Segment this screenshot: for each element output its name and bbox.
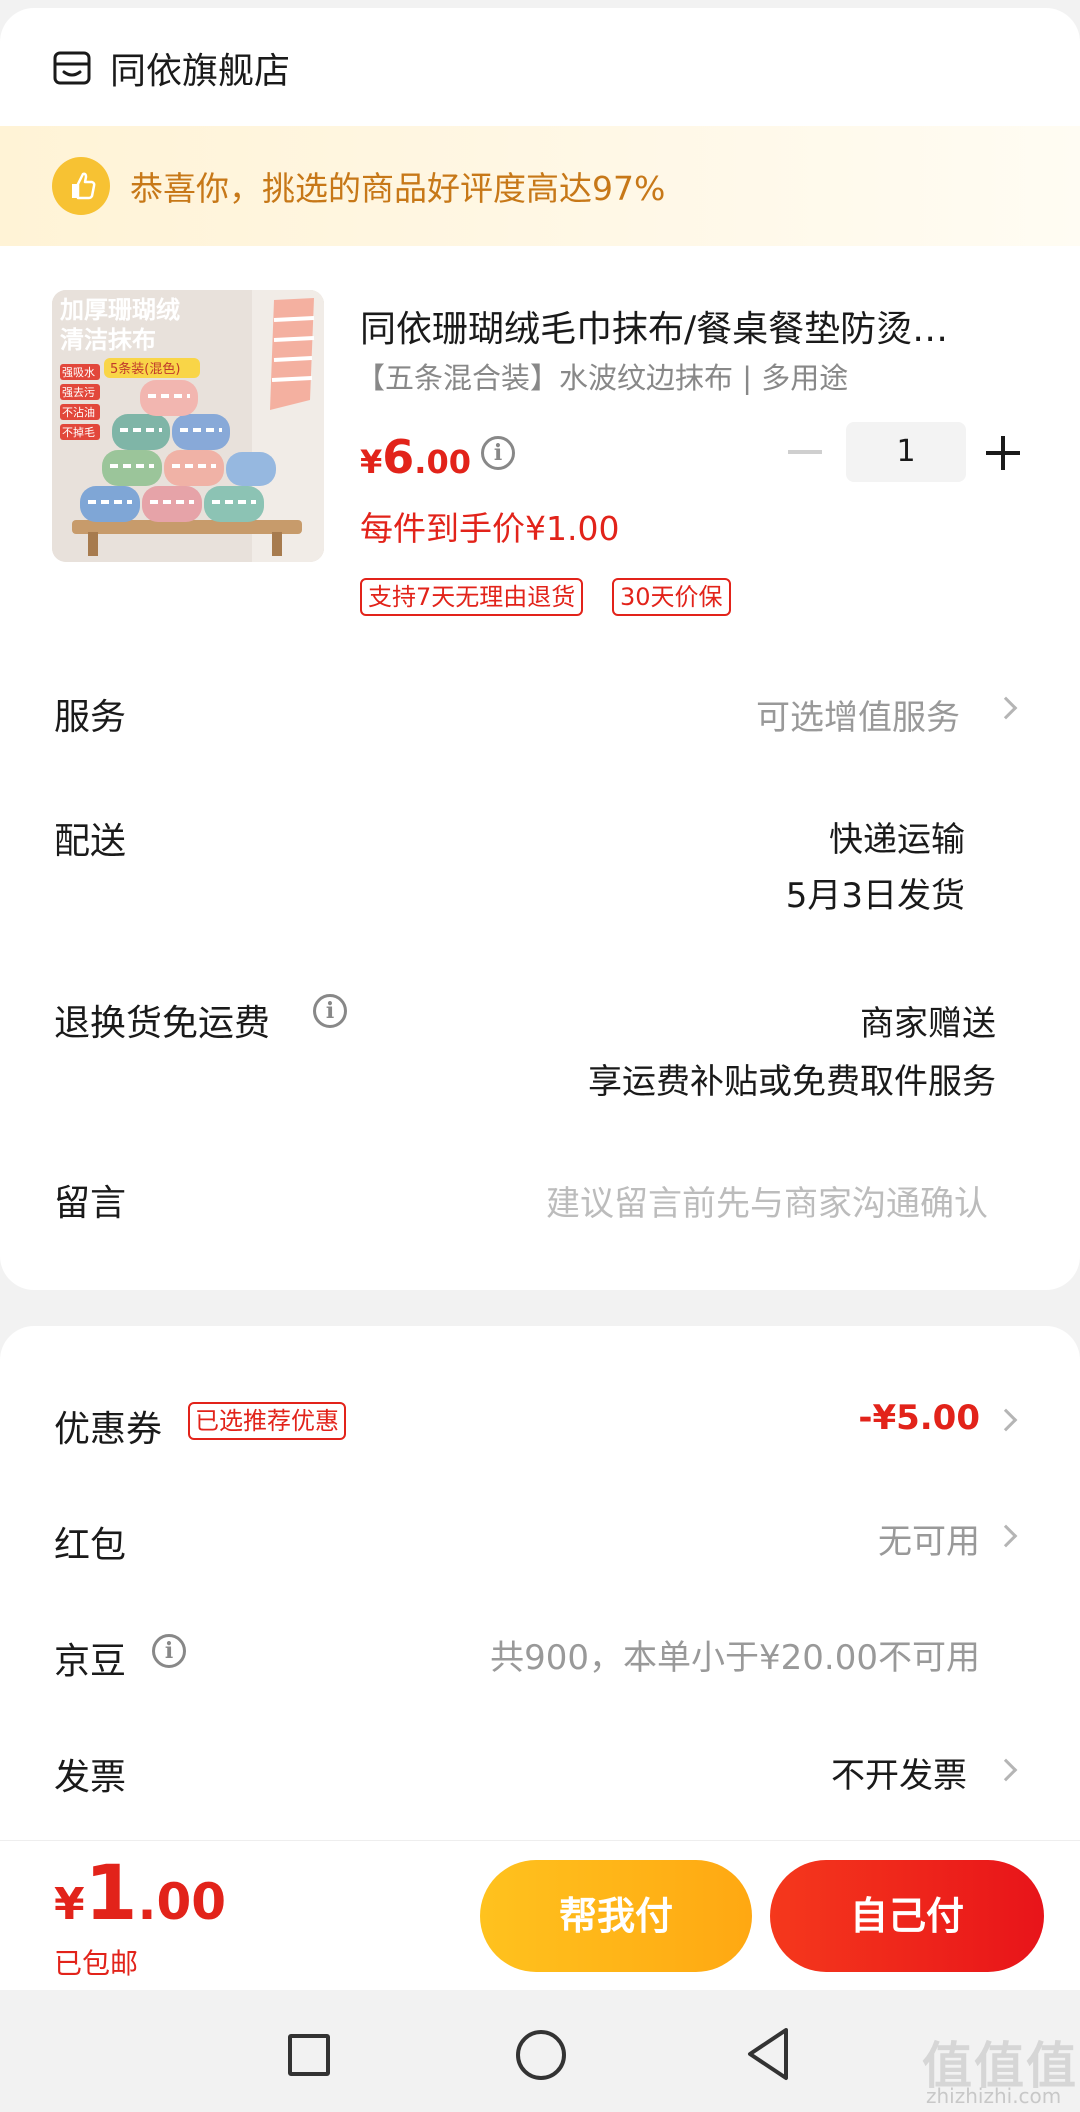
product-price: ¥6.00 <box>360 430 471 484</box>
product-image-feature: 不沾油 <box>62 405 95 419</box>
delivery-method[interactable]: 快递运输 <box>829 812 965 861</box>
back-icon[interactable] <box>744 2026 794 2082</box>
redpacket-label: 红包 <box>54 1525 127 1566</box>
watermark-subtext: zhizhizhi.com <box>926 2084 1062 2108</box>
product-spec[interactable]: 【五条混合装】水波纹边抹布 | 多用途 <box>356 355 848 397</box>
jingdou-info-icon[interactable]: i <box>152 1634 186 1668</box>
returns-info-icon[interactable]: i <box>313 994 347 1028</box>
home-icon[interactable] <box>516 2030 566 2080</box>
product-image-feature: 强去污 <box>62 386 95 399</box>
product-image[interactable]: 加厚珊瑚绒 清洁抹布 5条装(混色) 强吸水 强去污 不沾油 不掉毛 <box>52 290 324 562</box>
delivery-date[interactable]: 5月3日发货 <box>786 868 965 917</box>
store-icon <box>53 51 91 85</box>
price-integer: 6 <box>382 430 415 484</box>
service-label: 服务 <box>54 697 127 738</box>
price-decimal: .00 <box>414 443 471 481</box>
product-image-feature: 强吸水 <box>62 366 95 379</box>
total-integer: 1 <box>84 1848 138 1937</box>
rating-banner: 恭喜你，挑选的商品好评度高达97% <box>0 126 1080 246</box>
recent-apps-icon[interactable] <box>288 2034 330 2076</box>
message-input[interactable]: 建议留言前先与商家沟通确认 <box>546 1176 988 1225</box>
self-pay-button[interactable]: 自己付 <box>770 1860 1044 1972</box>
total-decimal: .00 <box>137 1873 227 1931</box>
quantity-decrease-button[interactable] <box>788 450 822 454</box>
product-image-text: 清洁抹布 <box>60 326 156 354</box>
quantity-increase-button[interactable] <box>986 436 1020 470</box>
shipping-status: 已包邮 <box>54 1947 139 1980</box>
quantity-input[interactable]: 1 <box>846 422 966 482</box>
coupon-value[interactable]: -¥5.00 <box>858 1398 980 1438</box>
returns-desc: 享运费补贴或免费取件服务 <box>588 1062 996 1102</box>
product-image-feature: 不掉毛 <box>62 425 95 439</box>
delivery-label: 配送 <box>54 821 127 862</box>
price-protect-tag: 30天价保 <box>612 578 731 616</box>
message-label: 留言 <box>54 1183 127 1224</box>
jingdou-label: 京豆 <box>54 1641 127 1682</box>
invoice-label: 发票 <box>54 1757 127 1798</box>
coupon-recommended-tag: 已选推荐优惠 <box>188 1402 346 1440</box>
product-title[interactable]: 同依珊瑚绒毛巾抹布/餐桌餐垫防烫… <box>360 300 1000 352</box>
help-pay-button[interactable]: 帮我付 <box>480 1860 752 1972</box>
service-value[interactable]: 可选增值服务 <box>756 690 960 739</box>
banner-text: 恭喜你，挑选的商品好评度高达97% <box>130 169 666 208</box>
total-price: ¥1.00 <box>54 1848 226 1937</box>
invoice-value[interactable]: 不开发票 <box>831 1748 967 1797</box>
store-header[interactable]: 同依旗舰店 <box>52 42 290 94</box>
per-item-price: 每件到手价¥1.00 <box>360 509 620 548</box>
coupon-label: 优惠券 <box>54 1409 163 1450</box>
returns-label: 退换货免运费 <box>54 1003 271 1044</box>
price-symbol: ¥ <box>360 443 383 481</box>
product-image-badge: 5条装(混色) <box>110 361 180 377</box>
returns-provider: 商家赠送 <box>860 1004 996 1044</box>
redpacket-value[interactable]: 无可用 <box>878 1514 980 1563</box>
store-name: 同依旗舰店 <box>110 51 291 92</box>
jingdou-value: 共900，本单小于¥20.00不可用 <box>490 1638 980 1678</box>
price-info-icon[interactable]: i <box>481 436 515 470</box>
total-symbol: ¥ <box>54 1879 85 1930</box>
return-policy-tag: 支持7天无理由退货 <box>360 578 584 616</box>
thumbs-up-icon <box>52 157 110 215</box>
product-image-text: 加厚珊瑚绒 <box>60 296 180 324</box>
